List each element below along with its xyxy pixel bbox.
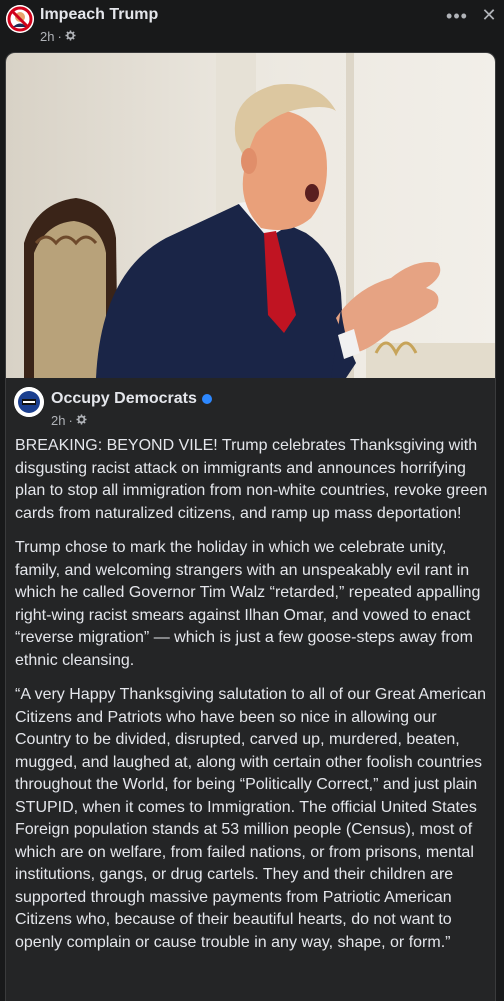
page-name[interactable]: Impeach Trump: [40, 6, 158, 24]
source-page-name-label[interactable]: Occupy Democrats: [51, 390, 197, 408]
verified-badge-icon: [201, 394, 212, 404]
post-header: Impeach Trump 2h · ••• ✕: [0, 0, 504, 50]
source-page-name[interactable]: Occupy Democrats: [51, 390, 212, 408]
source-avatar[interactable]: [14, 387, 44, 417]
post-paragraph: BREAKING: BEYOND VILE! Trump celebrates …: [15, 437, 488, 522]
source-post-time[interactable]: 2h: [51, 413, 65, 428]
post-meta: 2h ·: [40, 29, 76, 44]
close-icon[interactable]: ✕: [478, 4, 500, 26]
gear-icon: [76, 413, 87, 428]
post-body-text: BREAKING: BEYOND VILE! Trump celebrates …: [15, 435, 489, 966]
post-paragraph: Trump chose to mark the holiday in which…: [15, 539, 481, 669]
shared-post-header: Occupy Democrats 2h ·: [6, 378, 495, 433]
post-time[interactable]: 2h: [40, 29, 54, 44]
shared-post-card[interactable]: Occupy Democrats 2h · BREAKING: BEYOND V…: [5, 52, 496, 1001]
more-options-icon[interactable]: •••: [444, 6, 470, 26]
source-meta: 2h ·: [51, 413, 87, 428]
post-photo[interactable]: [6, 53, 495, 378]
gear-icon: [65, 29, 76, 44]
page-avatar[interactable]: [6, 5, 34, 33]
post-paragraph: “A very Happy Thanksgiving salutation to…: [15, 686, 487, 951]
